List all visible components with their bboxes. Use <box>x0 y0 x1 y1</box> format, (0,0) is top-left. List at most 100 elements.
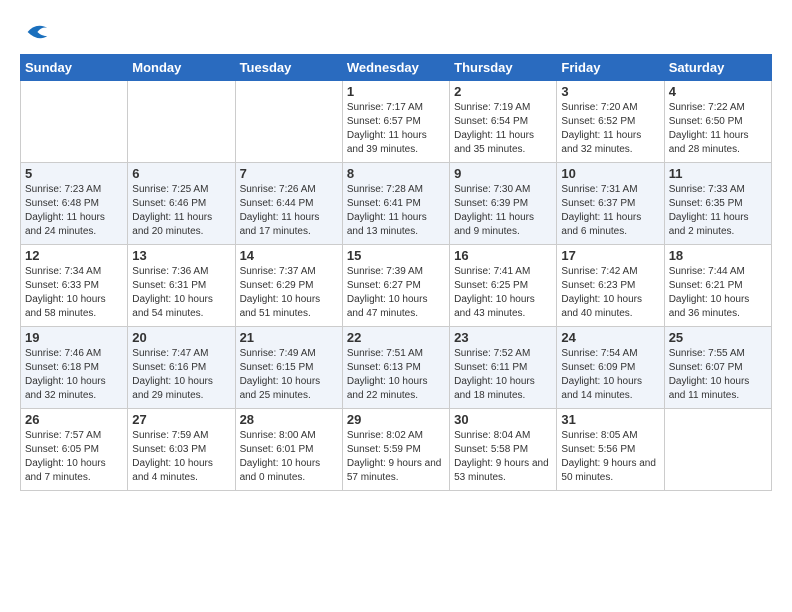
weekday-header-saturday: Saturday <box>664 55 771 81</box>
logo <box>20 18 50 42</box>
day-info: Sunrise: 7:31 AM Sunset: 6:37 PM Dayligh… <box>561 183 659 239</box>
calendar-cell: 20Sunrise: 7:47 AM Sunset: 6:16 PM Dayli… <box>128 327 235 409</box>
weekday-header-sunday: Sunday <box>21 55 128 81</box>
calendar-cell: 2 Sunrise: 7:19 AM Sunset: 6:54 PM Daylig… <box>450 81 557 163</box>
day-number: 10 <box>561 166 659 181</box>
day-number: 3 <box>561 84 659 99</box>
calendar-cell <box>664 409 771 491</box>
calendar-week-4: 19 Sunrise: 7:46 AM Sunset: 6:18 PM Dayli… <box>21 327 772 409</box>
calendar-cell: 11 Sunrise: 7:33 AM Sunset: 6:35 PM Dayli… <box>664 163 771 245</box>
calendar-cell: 5 Sunrise: 7:23 AM Sunset: 6:48 PM Daylig… <box>21 163 128 245</box>
calendar-cell: 8 Sunrise: 7:28 AM Sunset: 6:41 PM Daylig… <box>342 163 449 245</box>
calendar-cell: 22 Sunrise: 7:51 AM Sunset: 6:13 PM Dayli… <box>342 327 449 409</box>
day-info: Sunrise: 8:04 AM Sunset: 5:58 PM Dayligh… <box>454 429 552 485</box>
day-info: Sunrise: 8:02 AM Sunset: 5:59 PM Dayligh… <box>347 429 445 485</box>
calendar-cell: 10 Sunrise: 7:31 AM Sunset: 6:37 PM Dayli… <box>557 163 664 245</box>
calendar-cell: 15Sunrise: 7:39 AM Sunset: 6:27 PM Dayli… <box>342 245 449 327</box>
page: SundayMondayTuesdayWednesdayThursdayFrid… <box>0 0 792 501</box>
day-number: 9 <box>454 166 552 181</box>
day-number: 12 <box>25 248 123 263</box>
day-number: 24 <box>561 330 659 345</box>
day-number: 14 <box>240 248 338 263</box>
day-number: 26 <box>25 412 123 427</box>
day-info: Sunrise: 7:44 AM Sunset: 6:21 PM Dayligh… <box>669 265 767 321</box>
day-number: 17 <box>561 248 659 263</box>
calendar-cell: 3 Sunrise: 7:20 AM Sunset: 6:52 PM Daylig… <box>557 81 664 163</box>
calendar-cell: 24Sunrise: 7:54 AM Sunset: 6:09 PM Dayli… <box>557 327 664 409</box>
day-info: Sunrise: 7:33 AM Sunset: 6:35 PM Dayligh… <box>669 183 767 239</box>
calendar-cell: 9 Sunrise: 7:30 AM Sunset: 6:39 PM Daylig… <box>450 163 557 245</box>
day-info: Sunrise: 7:49 AM Sunset: 6:15 PM Dayligh… <box>240 347 338 403</box>
day-info: Sunrise: 7:26 AM Sunset: 6:44 PM Dayligh… <box>240 183 338 239</box>
logo-icon <box>22 18 50 46</box>
day-info: Sunrise: 7:39 AM Sunset: 6:27 PM Dayligh… <box>347 265 445 321</box>
day-info: Sunrise: 7:19 AM Sunset: 6:54 PM Dayligh… <box>454 101 552 157</box>
day-info: Sunrise: 7:52 AM Sunset: 6:11 PM Dayligh… <box>454 347 552 403</box>
calendar-cell <box>235 81 342 163</box>
calendar-cell: 28Sunrise: 8:00 AM Sunset: 6:01 PM Dayli… <box>235 409 342 491</box>
weekday-header-row: SundayMondayTuesdayWednesdayThursdayFrid… <box>21 55 772 81</box>
day-number: 27 <box>132 412 230 427</box>
day-info: Sunrise: 7:47 AM Sunset: 6:16 PM Dayligh… <box>132 347 230 403</box>
calendar-cell: 19 Sunrise: 7:46 AM Sunset: 6:18 PM Dayli… <box>21 327 128 409</box>
calendar-cell: 7 Sunrise: 7:26 AM Sunset: 6:44 PM Daylig… <box>235 163 342 245</box>
day-info: Sunrise: 7:46 AM Sunset: 6:18 PM Dayligh… <box>25 347 123 403</box>
day-number: 7 <box>240 166 338 181</box>
calendar-cell: 25Sunrise: 7:55 AM Sunset: 6:07 PM Dayli… <box>664 327 771 409</box>
day-number: 11 <box>669 166 767 181</box>
day-number: 2 <box>454 84 552 99</box>
day-info: Sunrise: 7:20 AM Sunset: 6:52 PM Dayligh… <box>561 101 659 157</box>
calendar-week-1: 1Sunrise: 7:17 AM Sunset: 6:57 PM Daylig… <box>21 81 772 163</box>
day-number: 13 <box>132 248 230 263</box>
day-info: Sunrise: 7:41 AM Sunset: 6:25 PM Dayligh… <box>454 265 552 321</box>
day-number: 30 <box>454 412 552 427</box>
day-number: 21 <box>240 330 338 345</box>
day-info: Sunrise: 7:17 AM Sunset: 6:57 PM Dayligh… <box>347 101 445 157</box>
day-info: Sunrise: 7:28 AM Sunset: 6:41 PM Dayligh… <box>347 183 445 239</box>
calendar-cell <box>21 81 128 163</box>
day-number: 5 <box>25 166 123 181</box>
day-info: Sunrise: 7:57 AM Sunset: 6:05 PM Dayligh… <box>25 429 123 485</box>
day-info: Sunrise: 7:22 AM Sunset: 6:50 PM Dayligh… <box>669 101 767 157</box>
day-number: 28 <box>240 412 338 427</box>
day-info: Sunrise: 7:23 AM Sunset: 6:48 PM Dayligh… <box>25 183 123 239</box>
calendar-cell: 31Sunrise: 8:05 AM Sunset: 5:56 PM Dayli… <box>557 409 664 491</box>
calendar-table: SundayMondayTuesdayWednesdayThursdayFrid… <box>20 54 772 491</box>
day-info: Sunrise: 7:34 AM Sunset: 6:33 PM Dayligh… <box>25 265 123 321</box>
weekday-header-tuesday: Tuesday <box>235 55 342 81</box>
calendar-cell: 4 Sunrise: 7:22 AM Sunset: 6:50 PM Daylig… <box>664 81 771 163</box>
day-number: 29 <box>347 412 445 427</box>
day-number: 25 <box>669 330 767 345</box>
day-number: 18 <box>669 248 767 263</box>
day-info: Sunrise: 7:37 AM Sunset: 6:29 PM Dayligh… <box>240 265 338 321</box>
day-number: 16 <box>454 248 552 263</box>
weekday-header-wednesday: Wednesday <box>342 55 449 81</box>
calendar-week-2: 5 Sunrise: 7:23 AM Sunset: 6:48 PM Daylig… <box>21 163 772 245</box>
calendar-cell: 1Sunrise: 7:17 AM Sunset: 6:57 PM Daylig… <box>342 81 449 163</box>
calendar-cell: 13 Sunrise: 7:36 AM Sunset: 6:31 PM Dayli… <box>128 245 235 327</box>
day-info: Sunrise: 7:51 AM Sunset: 6:13 PM Dayligh… <box>347 347 445 403</box>
calendar-cell: 16 Sunrise: 7:41 AM Sunset: 6:25 PM Dayli… <box>450 245 557 327</box>
calendar-week-3: 12 Sunrise: 7:34 AM Sunset: 6:33 PM Dayli… <box>21 245 772 327</box>
calendar-cell: 17Sunrise: 7:42 AM Sunset: 6:23 PM Dayli… <box>557 245 664 327</box>
calendar-cell: 23 Sunrise: 7:52 AM Sunset: 6:11 PM Dayli… <box>450 327 557 409</box>
day-info: Sunrise: 7:30 AM Sunset: 6:39 PM Dayligh… <box>454 183 552 239</box>
calendar-cell: 29 Sunrise: 8:02 AM Sunset: 5:59 PM Dayli… <box>342 409 449 491</box>
day-info: Sunrise: 7:59 AM Sunset: 6:03 PM Dayligh… <box>132 429 230 485</box>
day-number: 6 <box>132 166 230 181</box>
day-number: 23 <box>454 330 552 345</box>
day-info: Sunrise: 7:36 AM Sunset: 6:31 PM Dayligh… <box>132 265 230 321</box>
calendar-cell: 12 Sunrise: 7:34 AM Sunset: 6:33 PM Dayli… <box>21 245 128 327</box>
calendar-cell: 18 Sunrise: 7:44 AM Sunset: 6:21 PM Dayli… <box>664 245 771 327</box>
day-number: 4 <box>669 84 767 99</box>
calendar-cell <box>128 81 235 163</box>
logo-text <box>20 18 50 46</box>
day-number: 31 <box>561 412 659 427</box>
day-number: 8 <box>347 166 445 181</box>
day-info: Sunrise: 7:25 AM Sunset: 6:46 PM Dayligh… <box>132 183 230 239</box>
calendar-week-5: 26 Sunrise: 7:57 AM Sunset: 6:05 PM Dayli… <box>21 409 772 491</box>
calendar-cell: 21 Sunrise: 7:49 AM Sunset: 6:15 PM Dayli… <box>235 327 342 409</box>
day-number: 22 <box>347 330 445 345</box>
day-number: 19 <box>25 330 123 345</box>
header <box>20 18 772 42</box>
